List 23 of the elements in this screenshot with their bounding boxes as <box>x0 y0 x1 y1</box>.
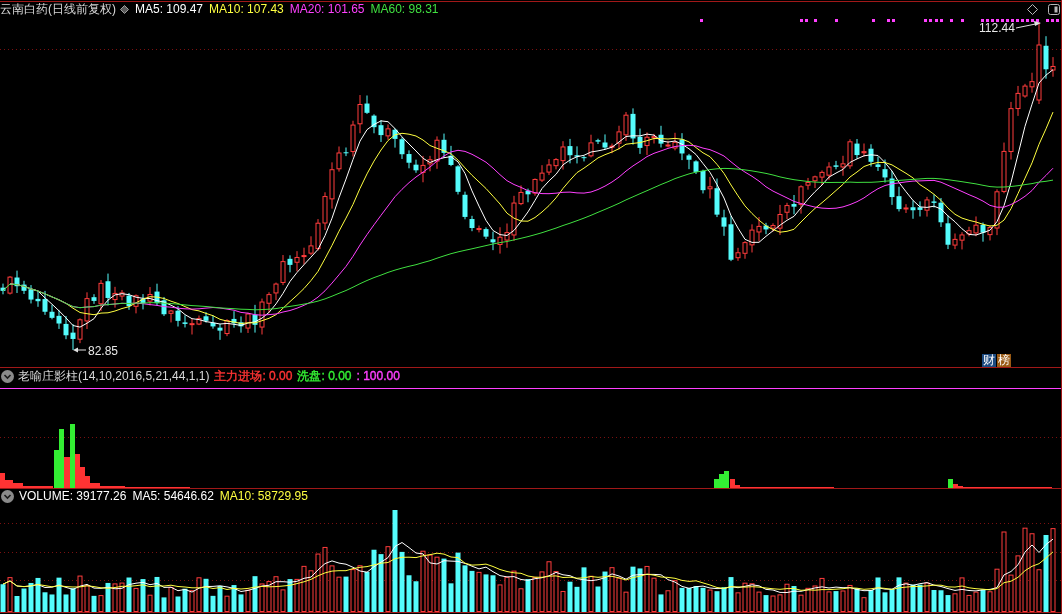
diamond-icon[interactable] <box>1027 4 1038 15</box>
legend-value: : 100.00 <box>356 368 400 384</box>
legend-value: MA60: 98.31 <box>370 2 439 17</box>
indicator-formula: 老喻庄影柱(14,10,2016,5,21,44,1,1) <box>18 368 210 384</box>
low-price-label: 82.85 <box>88 344 119 358</box>
legend-value: MA10: 58729.95 <box>219 489 308 504</box>
legend-value: VOLUME: 39177.26 <box>19 489 127 504</box>
high-price-label: 112.44 <box>979 21 1015 35</box>
legend-value: MA10: 107.43 <box>209 2 284 17</box>
legend-value: MA5: 54646.62 <box>132 489 214 504</box>
leader-arrow <box>73 347 87 353</box>
legend-value: 洗盘: 0.00 <box>297 368 352 384</box>
chevron-down-icon[interactable] <box>1 490 14 503</box>
legend-value: 主力进场: 0.00 <box>214 368 293 384</box>
chevron-down-icon[interactable] <box>1 369 14 383</box>
leader-arrow <box>1015 21 1041 29</box>
shortcut-tag[interactable]: 财 <box>982 354 996 367</box>
legend-value: MA20: 101.65 <box>289 2 365 17</box>
panel-toggle-icon[interactable] <box>1048 4 1060 15</box>
legend-value: MA5: 109.47 <box>135 2 204 17</box>
chart-title: 云南白药(日线前复权) <box>0 2 116 17</box>
shortcut-tag[interactable]: 榜 <box>997 354 1011 367</box>
diamond-icon[interactable] <box>120 5 129 14</box>
